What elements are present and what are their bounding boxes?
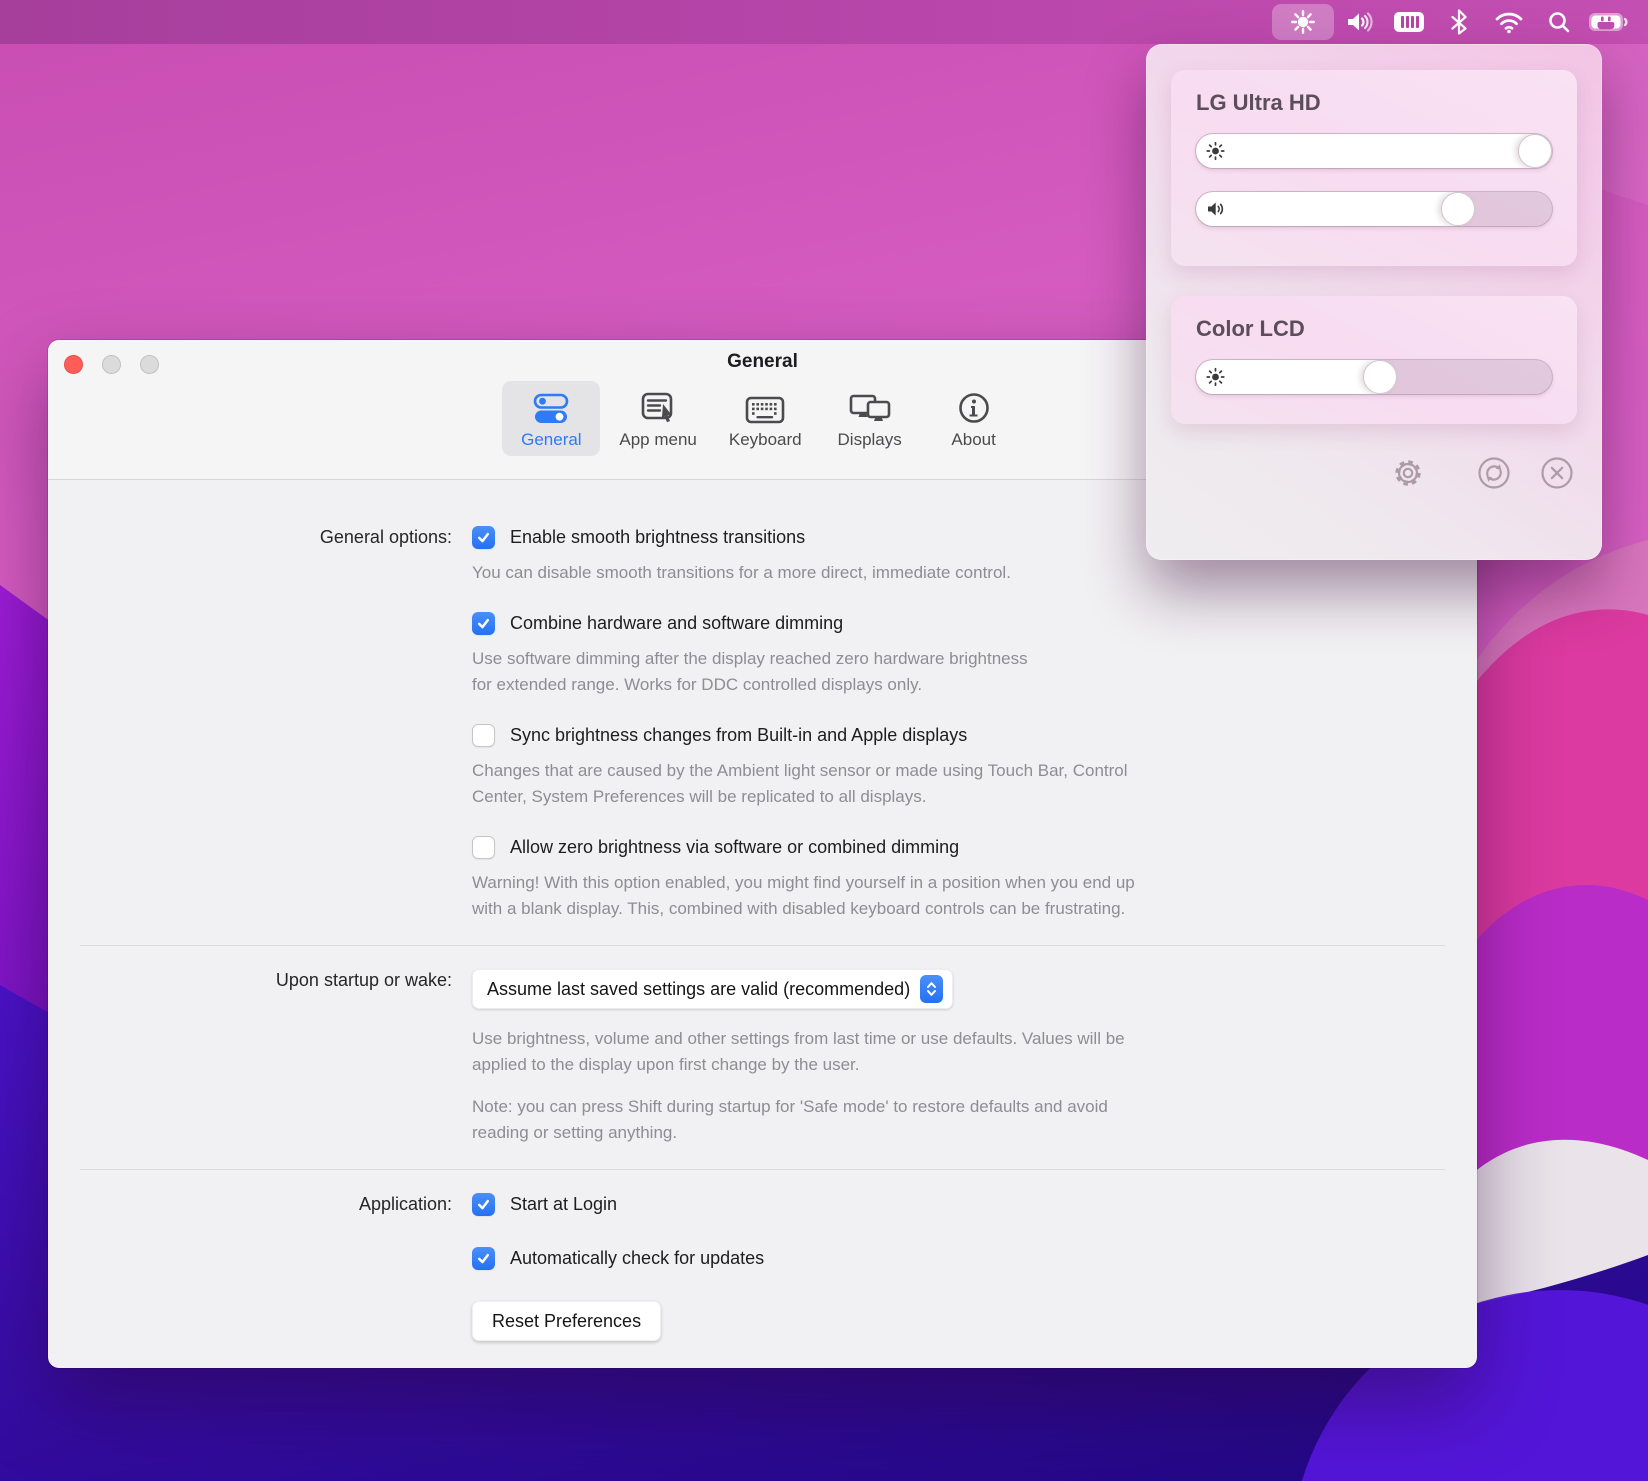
checkbox-label: Automatically check for updates (510, 1248, 764, 1269)
settings-button[interactable] (1391, 456, 1425, 490)
checkbox-sync-brightness[interactable] (472, 724, 495, 747)
slider-knob[interactable] (1363, 360, 1397, 394)
checkbox-label: Allow zero brightness via software or co… (510, 837, 959, 858)
setting-group: Allow zero brightness via software or co… (472, 836, 1477, 922)
tab-app-menu[interactable]: App menu (606, 381, 710, 456)
menu-bar (0, 0, 1648, 44)
section-divider (80, 945, 1445, 946)
tab-label: About (951, 430, 995, 450)
checkbox-label: Sync brightness changes from Built-in an… (510, 725, 967, 746)
startup-dropdown[interactable]: Assume last saved settings are valid (re… (472, 969, 953, 1009)
tab-label: Displays (838, 430, 902, 450)
menubar-bluetooth-item[interactable] (1434, 4, 1484, 40)
display-card-lg-ultra-hd: LG Ultra HD (1171, 70, 1577, 266)
display-name: Color LCD (1196, 316, 1552, 342)
checkbox-zero-brightness[interactable] (472, 836, 495, 859)
tab-about[interactable]: About (925, 381, 1023, 456)
brightness-icon (1206, 142, 1225, 161)
checkbox-start-at-login[interactable] (472, 1193, 495, 1216)
battery-charging-icon (1587, 10, 1631, 34)
tab-label: Keyboard (729, 430, 802, 450)
menubar-keyboard-brightness-item[interactable] (1384, 4, 1434, 40)
displays-popover: LG Ultra HD (1146, 44, 1602, 560)
slider-knob[interactable] (1518, 134, 1552, 168)
setting-description: Warning! With this option enabled, you m… (472, 870, 1477, 922)
traffic-lights (64, 355, 159, 374)
close-window-button[interactable] (64, 355, 83, 374)
volume-icon (1206, 200, 1226, 218)
menubar-battery-item[interactable] (1584, 4, 1634, 40)
tab-keyboard[interactable]: Keyboard (716, 381, 815, 456)
volume-icon (1345, 10, 1373, 34)
volume-slider[interactable] (1196, 192, 1552, 226)
brightness-icon (1290, 9, 1316, 35)
display-name: LG Ultra HD (1196, 90, 1552, 116)
display-card-color-lcd: Color LCD (1171, 296, 1577, 424)
general-options-label: General options: (48, 526, 472, 922)
settings-content: General options: Enable smooth brightnes… (48, 480, 1477, 1341)
search-icon (1547, 10, 1571, 34)
brightness-slider[interactable] (1196, 360, 1552, 394)
slider-fill (1196, 134, 1552, 168)
brightness-slider[interactable] (1196, 134, 1552, 168)
setting-description: Use software dimming after the display r… (472, 646, 1477, 698)
toggles-icon (532, 389, 570, 425)
slider-knob[interactable] (1441, 192, 1475, 226)
checkbox-smooth-transitions[interactable] (472, 526, 495, 549)
keyboard-icon (744, 389, 786, 425)
app-menu-icon (639, 389, 677, 425)
info-icon (957, 389, 991, 425)
bluetooth-icon (1450, 9, 1468, 35)
minimize-window-button[interactable] (102, 355, 121, 374)
application-label: Application: (48, 1193, 472, 1341)
tab-label: App menu (619, 430, 697, 450)
checkbox-label: Combine hardware and software dimming (510, 613, 843, 634)
close-popover-button[interactable] (1540, 456, 1574, 490)
brightness-icon (1206, 368, 1225, 387)
setting-group: Sync brightness changes from Built-in an… (472, 724, 1477, 810)
menubar-volume-item[interactable] (1334, 4, 1384, 40)
section-divider (80, 1169, 1445, 1170)
tab-label: General (521, 430, 581, 450)
zoom-window-button[interactable] (140, 355, 159, 374)
slider-fill (1196, 192, 1475, 226)
keyboard-brightness-icon (1391, 10, 1427, 34)
dropdown-value: Assume last saved settings are valid (re… (487, 979, 910, 1000)
menubar-wifi-item[interactable] (1484, 4, 1534, 40)
setting-group: Combine hardware and software dimming Us… (472, 612, 1477, 698)
tab-general[interactable]: General (502, 381, 600, 456)
startup-note: Note: you can press Shift during startup… (472, 1094, 1477, 1146)
displays-icon (848, 389, 892, 425)
chevron-up-down-icon (920, 975, 943, 1003)
menubar-search-item[interactable] (1534, 4, 1584, 40)
refresh-button[interactable] (1477, 456, 1511, 490)
setting-description: Changes that are caused by the Ambient l… (472, 758, 1477, 810)
checkbox-label: Start at Login (510, 1194, 617, 1215)
popover-actions (1146, 424, 1602, 490)
setting-description: You can disable smooth transitions for a… (472, 560, 1477, 586)
tab-displays[interactable]: Displays (821, 381, 919, 456)
checkbox-auto-updates[interactable] (472, 1247, 495, 1270)
menubar-brightness-item[interactable] (1272, 4, 1334, 40)
startup-description: Use brightness, volume and other setting… (472, 1026, 1477, 1078)
startup-label: Upon startup or wake: (48, 969, 472, 1146)
wifi-icon (1494, 10, 1524, 34)
checkbox-combine-dimming[interactable] (472, 612, 495, 635)
reset-preferences-button[interactable]: Reset Preferences (472, 1301, 661, 1341)
checkbox-label: Enable smooth brightness transitions (510, 527, 805, 548)
